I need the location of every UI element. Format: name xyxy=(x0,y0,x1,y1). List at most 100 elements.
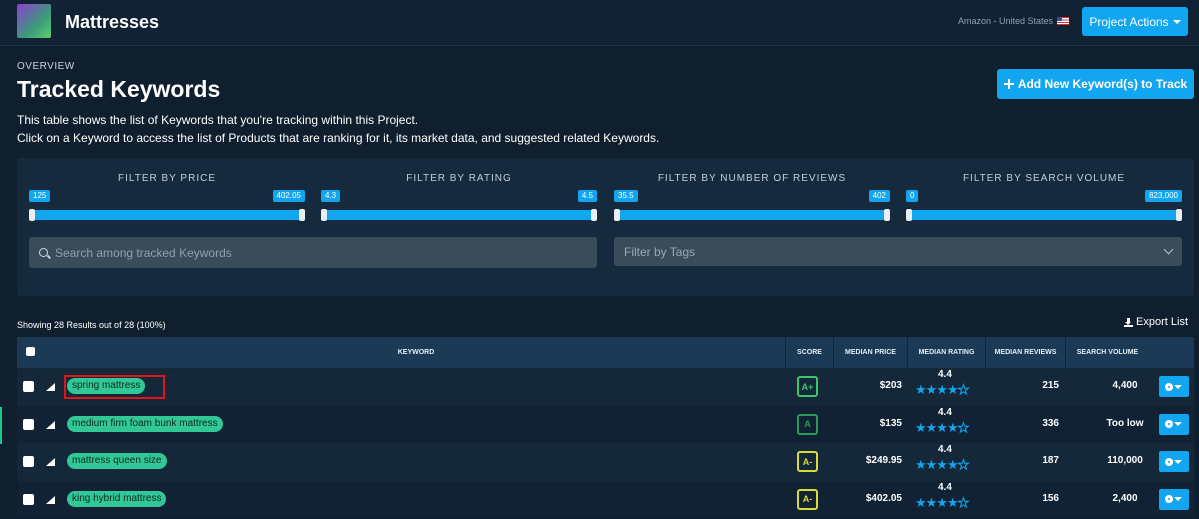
chevron-down-icon xyxy=(1163,244,1174,255)
highlight-box xyxy=(64,375,165,399)
reviews-filter-title: FILTER BY NUMBER OF REVIEWS xyxy=(657,173,847,184)
gear-icon xyxy=(1166,458,1172,465)
keyword-pill[interactable]: medium firm foam bunk mattress xyxy=(67,415,223,432)
project-title: Mattresses xyxy=(65,12,160,32)
gear-icon xyxy=(1166,421,1172,427)
row-checkbox[interactable] xyxy=(23,418,34,430)
volume-max-value: 823,000 xyxy=(1145,190,1182,202)
search-icon xyxy=(39,248,48,257)
volume-min-handle[interactable] xyxy=(906,209,912,221)
select-all-checkbox[interactable] xyxy=(26,347,35,356)
score-header[interactable]: SCORE xyxy=(785,337,833,368)
overview-label: OVERVIEW xyxy=(17,61,75,72)
rating-max-handle[interactable] xyxy=(591,209,597,221)
reviews-max-handle[interactable] xyxy=(884,209,890,221)
price-min-value: 125 xyxy=(29,190,51,202)
median-price: $402.05 xyxy=(865,492,902,504)
row-settings-button[interactable] xyxy=(1159,451,1189,472)
search-volume: Too low xyxy=(1106,417,1144,429)
caret-down-icon xyxy=(1174,459,1182,464)
add-keyword-button[interactable]: Add New Keyword(s) to Track xyxy=(997,69,1194,99)
rating-stars-icon: ★★★★★ xyxy=(915,457,970,473)
median-price: $203 xyxy=(879,380,902,391)
row-settings-button[interactable] xyxy=(1159,376,1189,397)
volume-filter-title: FILTER BY SEARCH VOLUME xyxy=(962,173,1126,184)
export-list-button[interactable]: Export List xyxy=(1124,316,1188,328)
signal-icon xyxy=(46,420,55,429)
table-row[interactable]: spring mattress A+ $203 4.4 ★★★★★ 215 4,… xyxy=(17,368,1194,406)
median-reviews: 156 xyxy=(1042,492,1059,504)
median-rating-header[interactable]: MEDIAN RATING xyxy=(907,337,985,368)
row-checkbox[interactable] xyxy=(23,493,34,505)
filter-panel: FILTER BY PRICE 125 402.05 FILTER BY RAT… xyxy=(17,158,1194,296)
export-list-label: Export List xyxy=(1136,316,1188,328)
volume-filter: FILTER BY SEARCH VOLUME 0 823,000 xyxy=(906,158,1182,221)
reviews-min-handle[interactable] xyxy=(614,209,620,221)
median-reviews: 336 xyxy=(1042,417,1059,429)
median-rating: 4.4 xyxy=(938,369,952,380)
row-checkbox[interactable] xyxy=(23,456,34,467)
price-max-handle[interactable] xyxy=(299,209,305,221)
median-price: $135 xyxy=(879,417,902,429)
rating-stars-icon: ★★★★★ xyxy=(915,494,970,510)
row-settings-button[interactable] xyxy=(1159,413,1189,435)
caret-down-icon xyxy=(1174,497,1182,501)
volume-slider-track[interactable] xyxy=(906,210,1182,220)
reviews-min-value: 35.5 xyxy=(614,190,638,202)
signal-icon xyxy=(46,495,55,504)
reviews-slider-track[interactable] xyxy=(614,210,890,220)
caret-down-icon xyxy=(1174,422,1182,426)
search-volume: 110,000 xyxy=(1107,455,1143,466)
project-actions-button[interactable]: Project Actions xyxy=(1082,7,1188,36)
keyword-pill[interactable]: king hybrid mattress xyxy=(67,490,167,507)
rating-min-handle[interactable] xyxy=(321,209,327,221)
search-volume-header[interactable]: SEARCH VOLUME xyxy=(1065,337,1149,368)
volume-min-value: 0 xyxy=(906,190,919,202)
marketplace-indicator: Amazon - United States xyxy=(958,16,1069,26)
keyword-pill[interactable]: mattress queen size xyxy=(67,453,167,469)
median-reviews: 215 xyxy=(1042,380,1059,391)
caret-down-icon xyxy=(1172,19,1181,24)
table-row[interactable]: king hybrid mattress A- $402.05 4.4 ★★★★… xyxy=(17,480,1194,518)
project-logo xyxy=(17,4,51,38)
row-settings-button[interactable] xyxy=(1159,488,1189,510)
score-badge: A xyxy=(797,413,818,435)
rating-stars-icon: ★★★★★ xyxy=(915,419,970,435)
download-icon xyxy=(1124,317,1134,327)
keywords-table: KEYWORD SCORE MEDIAN PRICE MEDIAN RATING… xyxy=(17,337,1194,518)
median-price-header[interactable]: MEDIAN PRICE xyxy=(833,337,907,368)
price-slider-track[interactable] xyxy=(29,210,305,220)
tags-filter-select[interactable]: Filter by Tags xyxy=(614,237,1182,266)
row-accent xyxy=(0,407,2,444)
price-max-value: 402.05 xyxy=(272,190,305,202)
plus-icon xyxy=(1003,79,1014,89)
price-min-handle[interactable] xyxy=(29,209,35,221)
gear-icon xyxy=(1166,383,1172,390)
rating-slider-track[interactable] xyxy=(321,210,597,220)
score-badge: A- xyxy=(797,488,818,510)
volume-max-handle[interactable] xyxy=(1176,209,1182,221)
median-reviews: 187 xyxy=(1042,455,1059,466)
row-checkbox[interactable] xyxy=(23,381,34,392)
add-keyword-label: Add New Keyword(s) to Track xyxy=(1017,77,1188,91)
keyword-search xyxy=(29,237,597,268)
signal-icon xyxy=(46,383,55,391)
median-price: $249.95 xyxy=(865,455,902,466)
median-reviews-header[interactable]: MEDIAN REVIEWS xyxy=(985,337,1065,368)
rating-max-value: 4.5 xyxy=(577,190,597,202)
reviews-filter: FILTER BY NUMBER OF REVIEWS 35.5 402 xyxy=(614,158,890,221)
search-volume: 4,400 xyxy=(1112,380,1138,391)
median-rating: 4.4 xyxy=(938,406,952,418)
table-row[interactable]: medium firm foam bunk mattress A $135 4.… xyxy=(17,405,1194,443)
price-filter: FILTER BY PRICE 125 402.05 xyxy=(29,158,305,221)
table-row[interactable]: mattress queen size A- $249.95 4.4 ★★★★★… xyxy=(17,443,1194,481)
keyword-search-input[interactable] xyxy=(55,245,575,260)
rating-min-value: 4.3 xyxy=(321,190,341,202)
reviews-max-value: 402 xyxy=(868,190,890,202)
signal-icon xyxy=(46,458,55,466)
page-description-1: This table shows the list of Keywords th… xyxy=(17,113,419,127)
results-count: Showing 28 Results out of 28 (100%) xyxy=(17,320,166,330)
keyword-header[interactable]: KEYWORD xyxy=(47,337,785,368)
table-header: KEYWORD SCORE MEDIAN PRICE MEDIAN RATING… xyxy=(17,337,1194,368)
tags-filter-placeholder: Filter by Tags xyxy=(624,244,696,259)
